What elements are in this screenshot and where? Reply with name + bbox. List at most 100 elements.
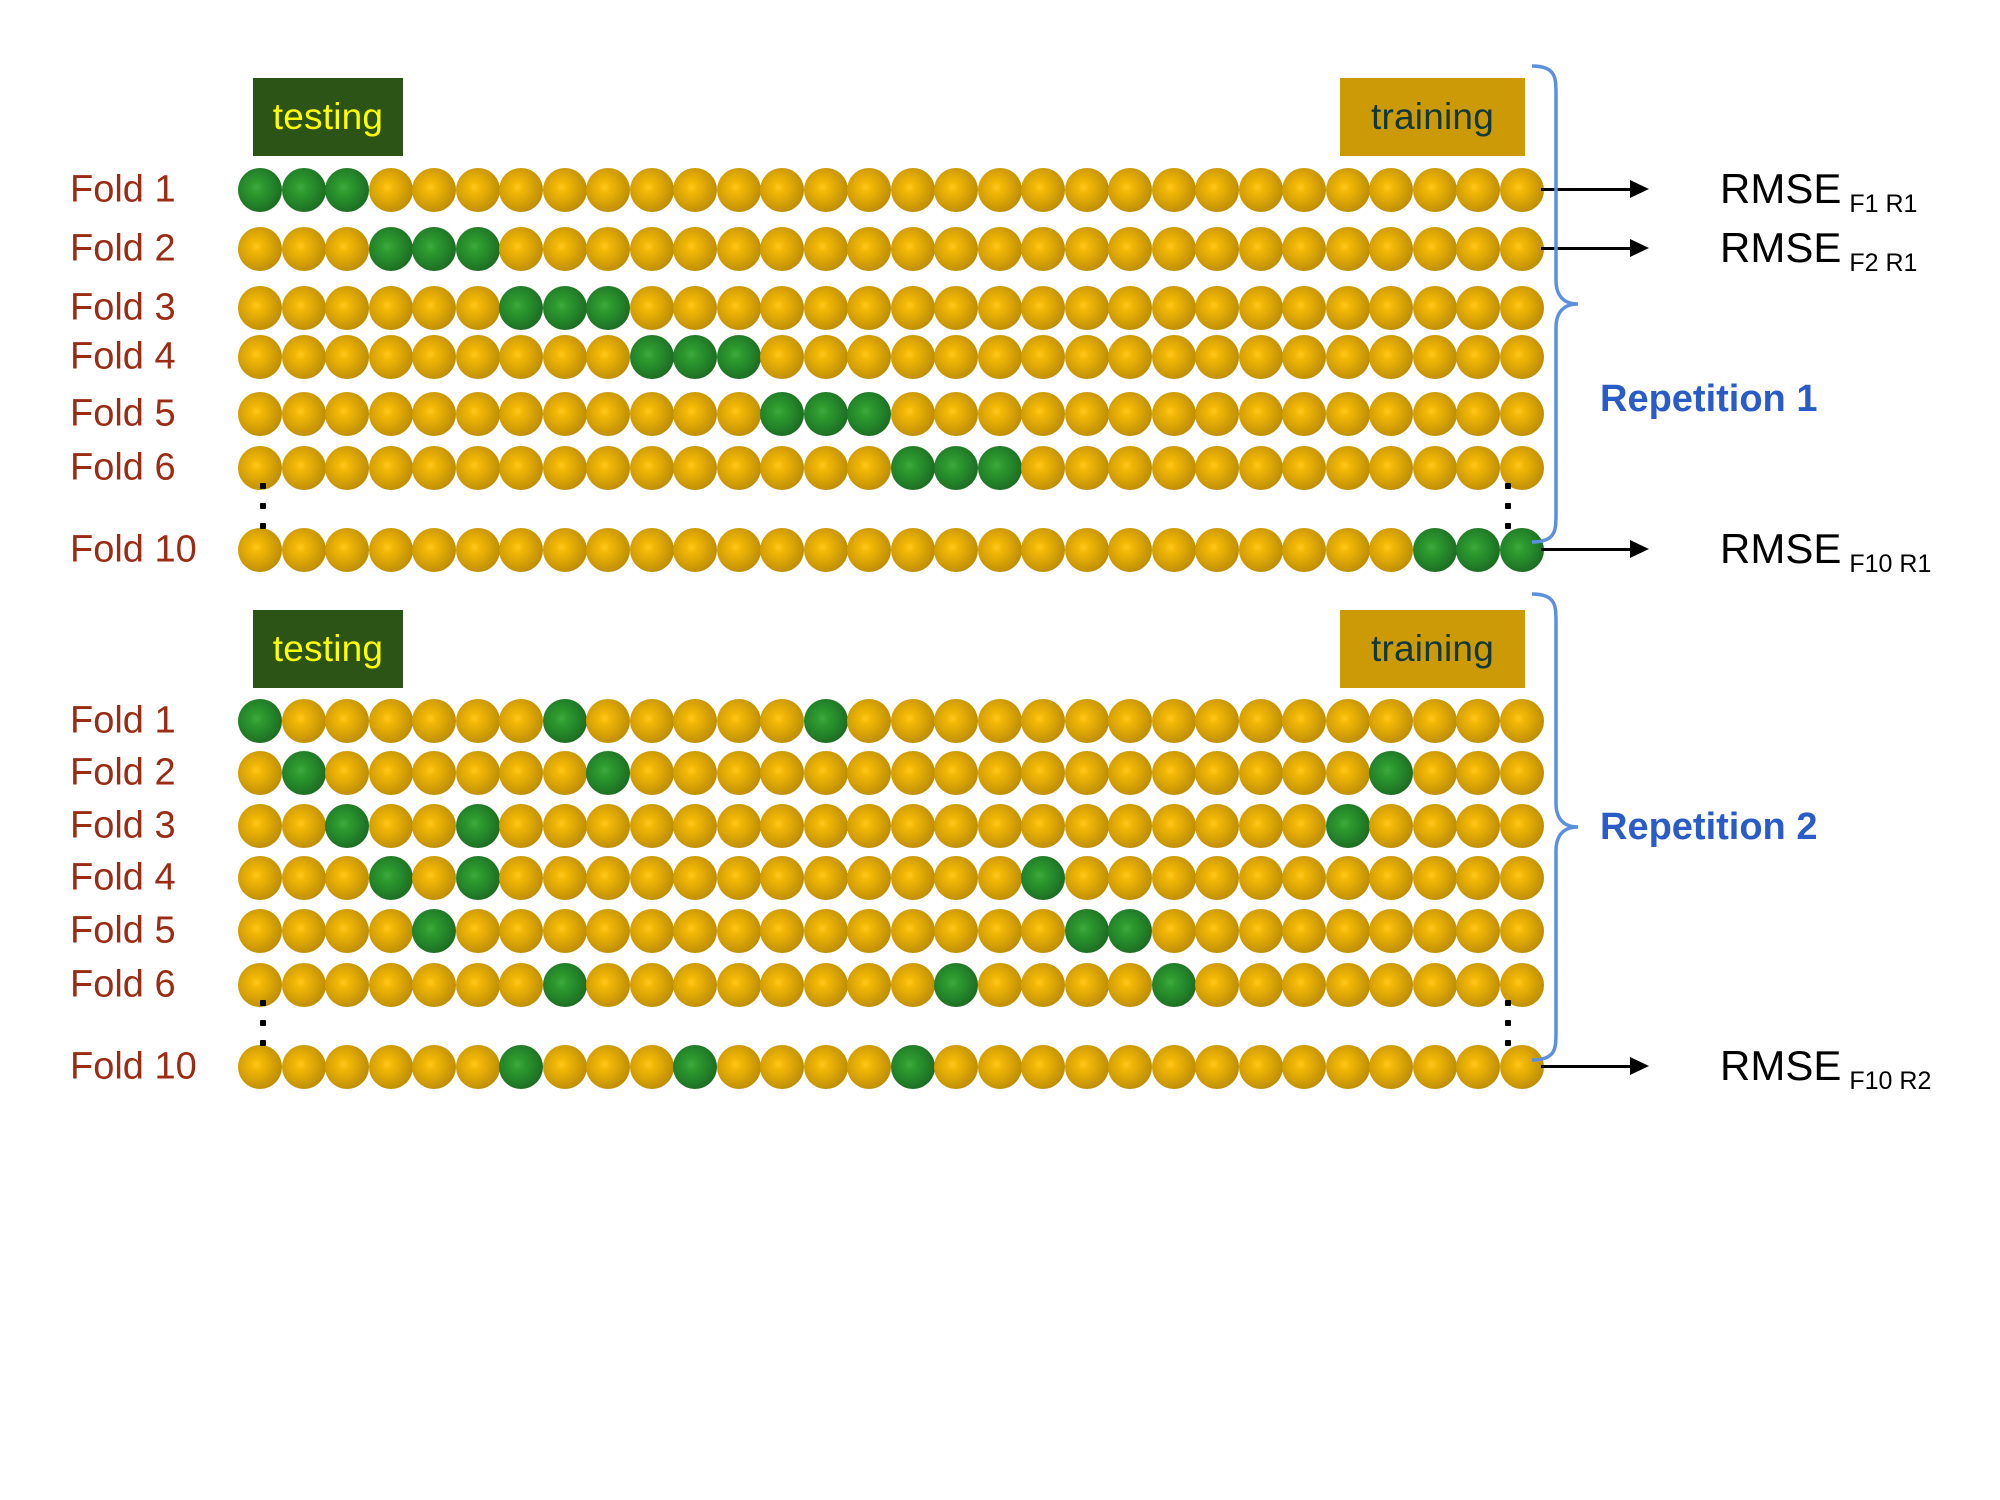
bead-training [1282,909,1326,953]
rmse-main-text: RMSE [1720,1042,1842,1089]
bead-training [1238,392,1283,436]
bead-strip [238,804,1544,848]
bead-training [1238,856,1283,900]
bead-training [1238,751,1283,795]
bead-training [281,227,326,271]
fold-label: Fold 1 [70,168,176,211]
bead-training [1412,856,1457,900]
bead-testing [238,699,282,743]
bead-testing [542,699,587,743]
bead-training [803,804,848,848]
bead-testing [890,446,935,490]
bead-training [412,699,456,743]
bead-training [1195,335,1239,379]
bead-testing [1412,528,1457,572]
bead-training [455,168,500,212]
bead-training [499,963,543,1007]
bead-training [238,751,282,795]
bead-training [1456,856,1500,900]
bead-training [368,528,413,572]
bead-training [673,751,717,795]
bead-training [325,699,369,743]
testing-legend-label: testing [272,96,384,137]
bead-training [238,446,282,490]
bead-training [1108,856,1152,900]
bead-training [673,963,717,1007]
bead-training [1195,963,1239,1007]
bead-strip [238,699,1544,743]
bead-training [673,528,717,572]
bead-training [1238,446,1283,490]
bead-training [325,909,369,953]
bead-training [1325,446,1370,490]
bead-training [499,528,543,572]
bead-training [542,168,587,212]
bead-training [847,1045,891,1089]
bead-training [716,227,761,271]
bead-training [325,392,369,436]
bead-training [1369,1045,1413,1089]
bead-training [238,286,282,330]
bead-training [803,856,848,900]
bead-training [1412,699,1457,743]
bead-training [1238,528,1283,572]
rmse-main-text: RMSE [1720,525,1842,572]
bead-training [1325,909,1370,953]
bead-training [412,392,456,436]
bead-testing [1499,528,1544,572]
bead-training [847,286,891,330]
bead-training [238,1045,282,1089]
bead-training [1282,168,1326,212]
fold-label: Fold 5 [70,909,176,952]
bead-testing [412,909,456,953]
bead-training [281,286,326,330]
bead-training [847,335,891,379]
bead-training [629,963,674,1007]
bead-training [1195,227,1239,271]
bead-training [368,286,413,330]
bead-training [847,909,891,953]
bead-training [1108,1045,1152,1089]
bead-training [934,335,978,379]
bead-training [1108,699,1152,743]
bead-testing [542,286,587,330]
bead-training [1499,856,1544,900]
bead-testing [760,392,804,436]
bead-training [934,856,978,900]
bead-training [325,446,369,490]
bead-training [542,528,587,572]
bead-training [1369,804,1413,848]
bead-testing [368,856,413,900]
bead-training [934,168,978,212]
bead-training [586,963,630,1007]
bead-training [1021,335,1065,379]
bead-training [673,909,717,953]
bead-training [716,392,761,436]
bead-training [1151,1045,1196,1089]
bead-testing [629,335,674,379]
bead-training [760,335,804,379]
bead-training [934,227,978,271]
bead-training [847,699,891,743]
bead-training [629,856,674,900]
ellipsis-dot [1505,503,1511,509]
bead-training [368,168,413,212]
bead-training [1369,392,1413,436]
bead-testing [1325,804,1370,848]
testing-legend-box: testing [253,610,403,688]
bead-training [1195,392,1239,436]
bead-training [716,446,761,490]
bead-training [1021,286,1065,330]
bead-testing [586,286,630,330]
bead-training [760,909,804,953]
bead-training [629,751,674,795]
bead-training [499,446,543,490]
bead-training [803,909,848,953]
bead-testing [455,227,500,271]
bead-training [1412,446,1457,490]
bead-training [455,528,500,572]
rmse-arrow-line [1541,1065,1630,1068]
bead-training [803,1045,848,1089]
bead-training [934,699,978,743]
fold-row: Fold 6 [0,438,2000,498]
